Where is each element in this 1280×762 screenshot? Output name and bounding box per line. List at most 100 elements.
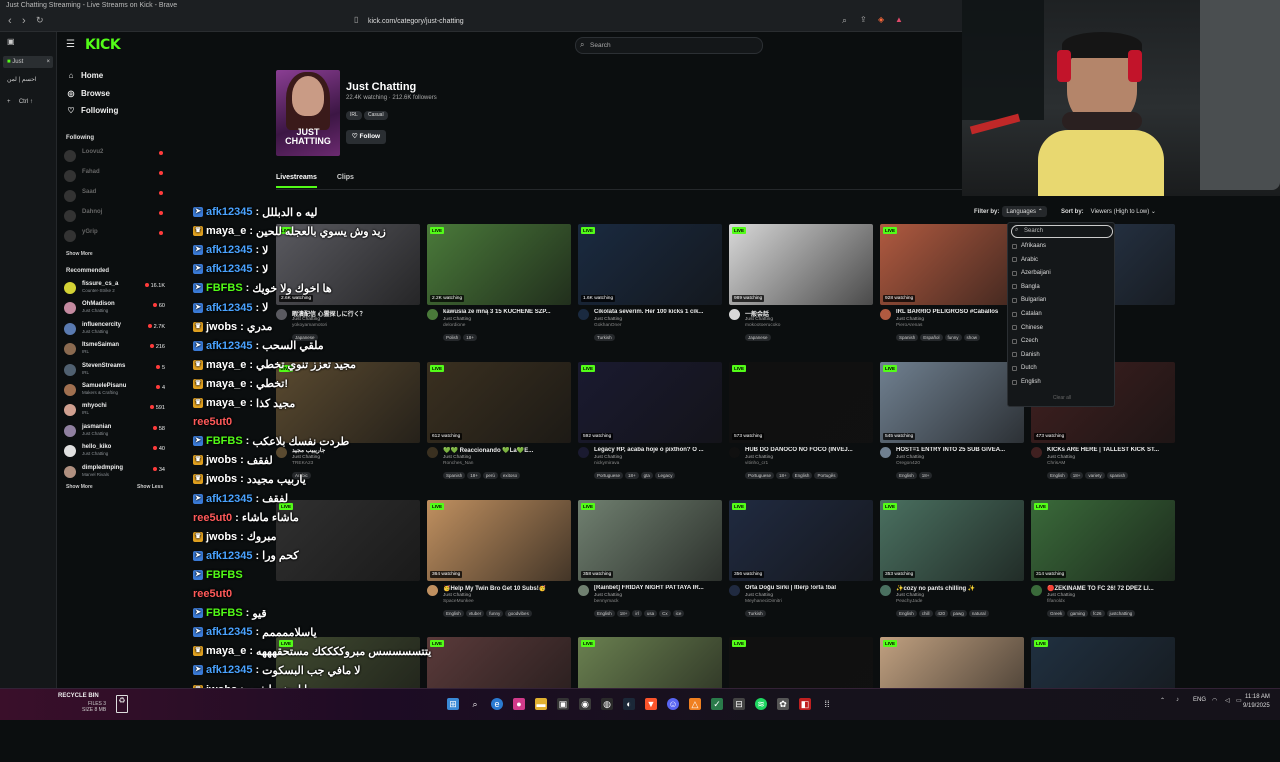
language-option[interactable]: Azerbaijani (1012, 268, 1051, 278)
checkbox[interactable] (1012, 284, 1017, 290)
language-option[interactable]: Czech (1012, 336, 1038, 346)
tab-2[interactable]: احسم | لمن (3, 74, 53, 86)
stream-title[interactable]: IRL BARRIO PELIGROSO #Caballos (896, 309, 1024, 315)
recommended-channel[interactable]: SamuelePisanu Makers & Crafting 4 (64, 382, 167, 400)
clear-all-button[interactable]: Clear all (1008, 395, 1116, 401)
stream-tag[interactable]: Portuguese (594, 472, 624, 479)
recommended-channel[interactable]: OhMadison Just Chatting 60 (64, 300, 167, 318)
streamer-avatar[interactable] (729, 585, 740, 596)
new-tab-button[interactable]: + Ctrl ↑ (3, 96, 53, 108)
stream-thumbnail[interactable]: LIVE 545 watching (880, 362, 1024, 443)
following-channel[interactable]: yGrip (64, 228, 167, 246)
checkbox[interactable] (1012, 365, 1017, 371)
menu-icon[interactable]: ☰ (66, 39, 75, 50)
stream-title[interactable]: Cikolata severim. Her 100 kicks 1 cik... (594, 309, 722, 315)
obs-icon[interactable]: ◍ (601, 698, 613, 710)
stream-tag[interactable]: exitoso (499, 472, 521, 479)
language-option[interactable]: Arabic (1012, 255, 1038, 265)
recommended-show-more[interactable]: Show More (66, 484, 93, 490)
streamer-avatar[interactable] (729, 447, 740, 458)
stream-category[interactable]: Just Chatting (896, 317, 924, 322)
brave-shield-icon[interactable]: ◈ (878, 15, 884, 24)
stream-tag[interactable]: pawg (950, 610, 967, 617)
stream-tag[interactable]: spanish (1106, 472, 1129, 479)
folder-icon[interactable]: ▬ (535, 698, 547, 710)
stream-card[interactable]: LIVE 356 watching Orta Doğu Sirki | İtlerp… (729, 500, 873, 625)
nav-browse[interactable]: ◎ Browse (67, 86, 110, 100)
stream-tag[interactable]: Legacy (654, 472, 676, 479)
tab-kick[interactable]: ■ Just × (3, 56, 53, 68)
stream-tag[interactable]: 18+ (625, 472, 639, 479)
stream-card[interactable]: LIVE 314 watching 🔴ZEKINAME TO FC 26! 72 D… (1031, 500, 1175, 625)
recommended-channel[interactable]: fissure_cs_a Counter-Strike 2 16.1K (64, 280, 167, 298)
stream-tag[interactable]: chill (918, 610, 933, 617)
app-icon[interactable]: ▣ (557, 698, 569, 710)
stream-category[interactable]: Just Chatting (745, 317, 773, 322)
tray-chevron-icon[interactable]: ⌃ (1160, 697, 1165, 704)
language-option[interactable]: Catalan (1012, 309, 1042, 319)
stream-tag[interactable]: usa (643, 610, 658, 617)
recommended-show-less[interactable]: Show Less (137, 484, 163, 490)
spotify-icon[interactable]: ≋ (755, 698, 767, 710)
streamer-name[interactable]: fifanoldx (1047, 599, 1065, 604)
following-channel[interactable]: Saad (64, 188, 167, 206)
stream-tag[interactable]: natural (968, 610, 989, 617)
stream-tag[interactable]: variety (1085, 472, 1105, 479)
stream-thumbnail[interactable]: LIVE 314 watching (1031, 500, 1175, 581)
stream-card[interactable]: LIVE 928 watching IRL BARRIO PELIGROSO #Ca… (880, 224, 1024, 349)
stream-tag[interactable]: justchatting (1106, 610, 1136, 617)
streamer-name[interactable]: Oregon420 (896, 461, 920, 466)
stream-category[interactable]: Just Chatting (1047, 593, 1075, 598)
recommended-channel[interactable]: influencercity Just Chatting 2.7K (64, 321, 167, 339)
checkbox[interactable] (1012, 338, 1017, 344)
app-icon[interactable]: ✓ (711, 698, 723, 710)
stream-card[interactable]: LIVE 353 watching ✨cozy no pants chilling … (880, 500, 1024, 625)
brave-icon[interactable]: ▼ (645, 698, 657, 710)
recycle-bin-icon[interactable]: ♻ (116, 695, 128, 713)
volume-icon[interactable]: ◁ (1225, 697, 1230, 704)
recommended-channel[interactable]: mhyochi IRL 591 (64, 402, 167, 420)
stream-tag[interactable]: 18+ (776, 472, 790, 479)
reload-icon[interactable]: ↻ (36, 15, 44, 26)
checkbox[interactable] (1012, 325, 1017, 331)
stream-thumbnail[interactable]: LIVE 353 watching (880, 500, 1024, 581)
language-option[interactable]: Bulgarian (1012, 295, 1046, 305)
stream-tag[interactable]: English (896, 472, 917, 479)
streamer-avatar[interactable] (880, 585, 891, 596)
search-icon[interactable]: ⌕ (469, 698, 481, 710)
stream-title[interactable]: 🔴ZEKINAME TO FC 26! 72 DPEZ LI... (1047, 585, 1175, 592)
nav-home[interactable]: ⌂ Home (67, 68, 104, 82)
streamer-name[interactable]: MeyhaneciDimitri (745, 599, 782, 604)
wifi-icon[interactable]: ◠ (1212, 697, 1217, 704)
stream-tag[interactable]: English (791, 472, 813, 479)
language-option[interactable]: English (1012, 377, 1041, 387)
stream-tag[interactable]: Portuguese (745, 472, 775, 479)
app-icon[interactable]: △ (689, 698, 701, 710)
streamer-avatar[interactable] (578, 309, 589, 320)
stream-thumbnail[interactable]: LIVE 356 watching (729, 500, 873, 581)
stream-title[interactable]: HUB DO DANOCO NO FOCO (INVEJ... (745, 447, 873, 453)
streamer-avatar[interactable] (880, 309, 891, 320)
stream-tag[interactable]: gta (640, 472, 653, 479)
stream-title[interactable]: Orta Doğu Sirki | İtlerp !orta !bal (745, 585, 873, 591)
stream-tag[interactable]: Portugês (814, 472, 839, 479)
share-icon[interactable]: ⇪ (860, 15, 867, 24)
forward-icon[interactable]: › (22, 15, 26, 27)
tab-livestreams[interactable]: Livestreams (276, 174, 317, 188)
start-icon[interactable]: ⊞ (447, 698, 459, 710)
language-option[interactable]: Danish (1012, 350, 1040, 360)
back-icon[interactable]: ‹ (8, 15, 12, 27)
language-option[interactable]: Chinese (1012, 323, 1043, 333)
stream-thumbnail[interactable]: LIVE 358 watching (578, 500, 722, 581)
app-icon[interactable]: ◧ (799, 698, 811, 710)
streamer-name[interactable]: nickymirava (594, 461, 619, 466)
stream-tag[interactable]: English (896, 610, 917, 617)
streamer-avatar[interactable] (1031, 447, 1042, 458)
stream-card[interactable]: LIVE 358 watching [Rainbet] FRIDAY NIGHT P… (578, 500, 722, 625)
streamer-name[interactable]: PeachyJade (896, 599, 922, 604)
stream-title[interactable]: ✨cozy no pants chilling ✨ (896, 585, 1024, 592)
language-indicator[interactable]: ENG (1193, 697, 1206, 703)
stream-title[interactable]: Legacy RP, acaba hoje o pixthon? O ... (594, 447, 722, 453)
stream-thumbnail[interactable]: LIVE 1.6K watching (578, 224, 722, 305)
stream-tag[interactable]: 18+ (918, 472, 933, 479)
